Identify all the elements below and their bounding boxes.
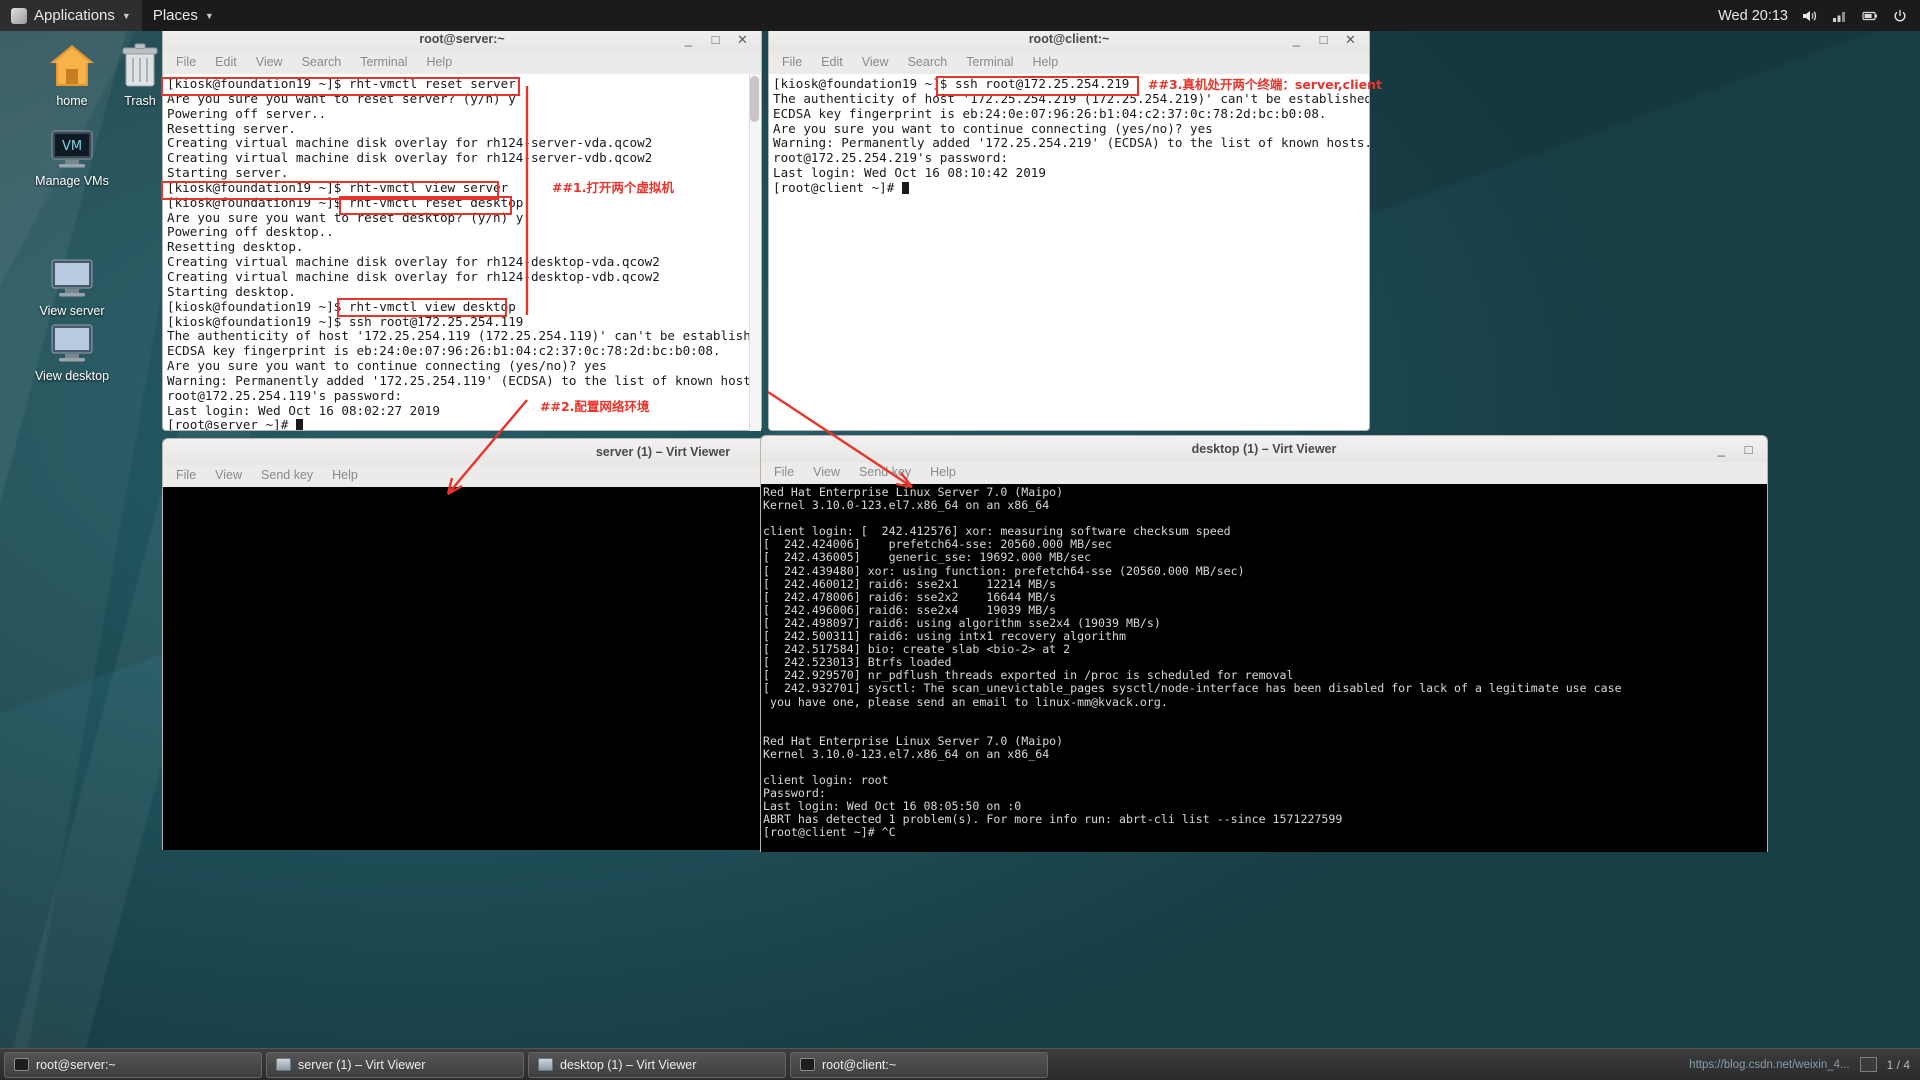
volume-icon[interactable] xyxy=(1801,7,1818,24)
menu-view[interactable]: View xyxy=(256,55,283,69)
desktop-icon-view-desktop[interactable]: View desktop xyxy=(24,313,120,385)
minimize-button[interactable]: _ xyxy=(682,33,695,46)
minimize-button[interactable]: _ xyxy=(1715,443,1728,456)
menubar-client-terminal: File Edit View Search Terminal Help xyxy=(768,52,1370,74)
menu-terminal[interactable]: Terminal xyxy=(360,55,407,69)
menubar-desktop-viewer: File View Send key Help xyxy=(760,462,1768,484)
network-icon[interactable] xyxy=(1831,7,1848,24)
annotation-note-1: ##1.打开两个虚拟机 xyxy=(552,180,674,195)
menu-file[interactable]: File xyxy=(774,465,794,479)
annotation-note-3: ##3.真机处开两个终端：server,client xyxy=(1148,77,1383,92)
desktop-icon-label: View desktop xyxy=(34,369,110,383)
window-title: root@client:~ xyxy=(1028,32,1110,46)
menu-help[interactable]: Help xyxy=(332,468,358,482)
taskbar-item-server-terminal[interactable]: root@server:~ xyxy=(4,1051,262,1078)
taskbar-item-label: root@client:~ xyxy=(822,1057,897,1072)
applications-menu[interactable]: Applications ▼ xyxy=(0,0,142,31)
maximize-button[interactable]: □ xyxy=(709,33,722,46)
menu-terminal[interactable]: Terminal xyxy=(966,55,1013,69)
terminal-icon xyxy=(14,1058,29,1071)
taskbar: root@server:~ server (1) – Virt Viewer d… xyxy=(0,1048,1920,1080)
taskbar-status-area: https://blog.csdn.net/weixin_4... 1 / 4 xyxy=(1689,1057,1920,1072)
close-icon[interactable]: ✕ xyxy=(736,33,749,46)
taskbar-item-desktop-viewer[interactable]: desktop (1) – Virt Viewer xyxy=(528,1051,786,1078)
terminal-cursor xyxy=(295,419,303,430)
menu-send-key[interactable]: Send key xyxy=(859,465,911,479)
taskbar-item-label: root@server:~ xyxy=(36,1057,116,1072)
taskbar-item-label: server (1) – Virt Viewer xyxy=(298,1057,426,1072)
desktop-icon-label: Manage VMs xyxy=(35,174,109,188)
menu-file[interactable]: File xyxy=(176,468,196,482)
taskbar-item-client-terminal[interactable]: root@client:~ xyxy=(790,1051,1048,1078)
scrollbar-thumb[interactable] xyxy=(750,76,759,122)
battery-icon[interactable] xyxy=(1861,7,1878,24)
virt-viewer-icon xyxy=(276,1058,291,1071)
menu-help[interactable]: Help xyxy=(930,465,956,479)
menu-edit[interactable]: Edit xyxy=(821,55,843,69)
desktop-icon-view-server[interactable]: View server xyxy=(24,248,120,320)
server-terminal-output[interactable]: [kiosk@foundation19 ~]$ rht-vmctl reset … xyxy=(162,74,762,431)
desktop-icon-manage-vms[interactable]: VM Manage VMs xyxy=(24,118,120,190)
taskbar-item-server-viewer[interactable]: server (1) – Virt Viewer xyxy=(266,1051,524,1078)
window-title: desktop (1) – Virt Viewer xyxy=(1191,442,1337,456)
window-server-terminal[interactable]: root@server:~ _ □ ✕ File Edit View Searc… xyxy=(162,25,762,437)
vm-manager-icon: VM xyxy=(24,118,120,170)
terminal-scrollbar[interactable] xyxy=(749,74,761,431)
menu-view[interactable]: View xyxy=(862,55,889,69)
menu-help[interactable]: Help xyxy=(1032,55,1058,69)
chevron-down-icon: ▼ xyxy=(121,10,131,21)
applications-label: Applications xyxy=(34,7,115,24)
taskbar-item-label: desktop (1) – Virt Viewer xyxy=(560,1057,697,1072)
power-icon[interactable] xyxy=(1891,7,1908,24)
svg-text:VM: VM xyxy=(62,139,82,154)
menu-view[interactable]: View xyxy=(813,465,840,479)
terminal-icon xyxy=(800,1058,815,1071)
workspace-switcher[interactable] xyxy=(1859,1057,1877,1072)
client-terminal-output[interactable]: [kiosk@foundation19 ~]$ ssh root@172.25.… xyxy=(768,74,1370,431)
applications-icon xyxy=(11,7,27,24)
virt-viewer-icon xyxy=(538,1058,553,1071)
window-desktop-virt-viewer[interactable]: desktop (1) – Virt Viewer _ □ File View … xyxy=(760,435,1768,860)
monitor-icon xyxy=(24,313,120,365)
titlebar-desktop-viewer[interactable]: desktop (1) – Virt Viewer _ □ xyxy=(760,435,1768,462)
maximize-button[interactable]: □ xyxy=(1317,33,1330,46)
menu-file[interactable]: File xyxy=(782,55,802,69)
clock-label: Wed 20:13 xyxy=(1718,7,1788,24)
menu-search[interactable]: Search xyxy=(908,55,948,69)
menu-send-key[interactable]: Send key xyxy=(261,468,313,482)
terminal-cursor xyxy=(901,181,909,194)
desktop-console-output: Red Hat Enterprise Linux Server 7.0 (Mai… xyxy=(760,484,1768,852)
places-menu[interactable]: Places ▼ xyxy=(142,0,225,31)
places-label: Places xyxy=(152,7,198,24)
minimize-button[interactable]: _ xyxy=(1290,33,1303,46)
annotation-note-2: ##2.配置网络环境 xyxy=(540,399,650,414)
window-title: root@server:~ xyxy=(419,32,505,46)
monitor-icon xyxy=(24,248,120,300)
watermark-label: https://blog.csdn.net/weixin_4... xyxy=(1689,1058,1850,1071)
maximize-button[interactable]: □ xyxy=(1742,443,1755,456)
panel-status-area: Wed 20:13 xyxy=(1718,7,1920,24)
menubar-server-terminal: File Edit View Search Terminal Help xyxy=(162,52,762,74)
top-panel: Applications ▼ Places ▼ Wed 20:13 xyxy=(0,0,1920,31)
menu-help[interactable]: Help xyxy=(426,55,452,69)
chevron-down-icon: ▼ xyxy=(204,10,214,21)
workspace-label: 1 / 4 xyxy=(1886,1057,1910,1072)
menu-file[interactable]: File xyxy=(176,55,196,69)
close-icon[interactable]: ✕ xyxy=(1344,33,1357,46)
menu-view[interactable]: View xyxy=(215,468,242,482)
menu-search[interactable]: Search xyxy=(302,55,342,69)
menu-edit[interactable]: Edit xyxy=(215,55,237,69)
